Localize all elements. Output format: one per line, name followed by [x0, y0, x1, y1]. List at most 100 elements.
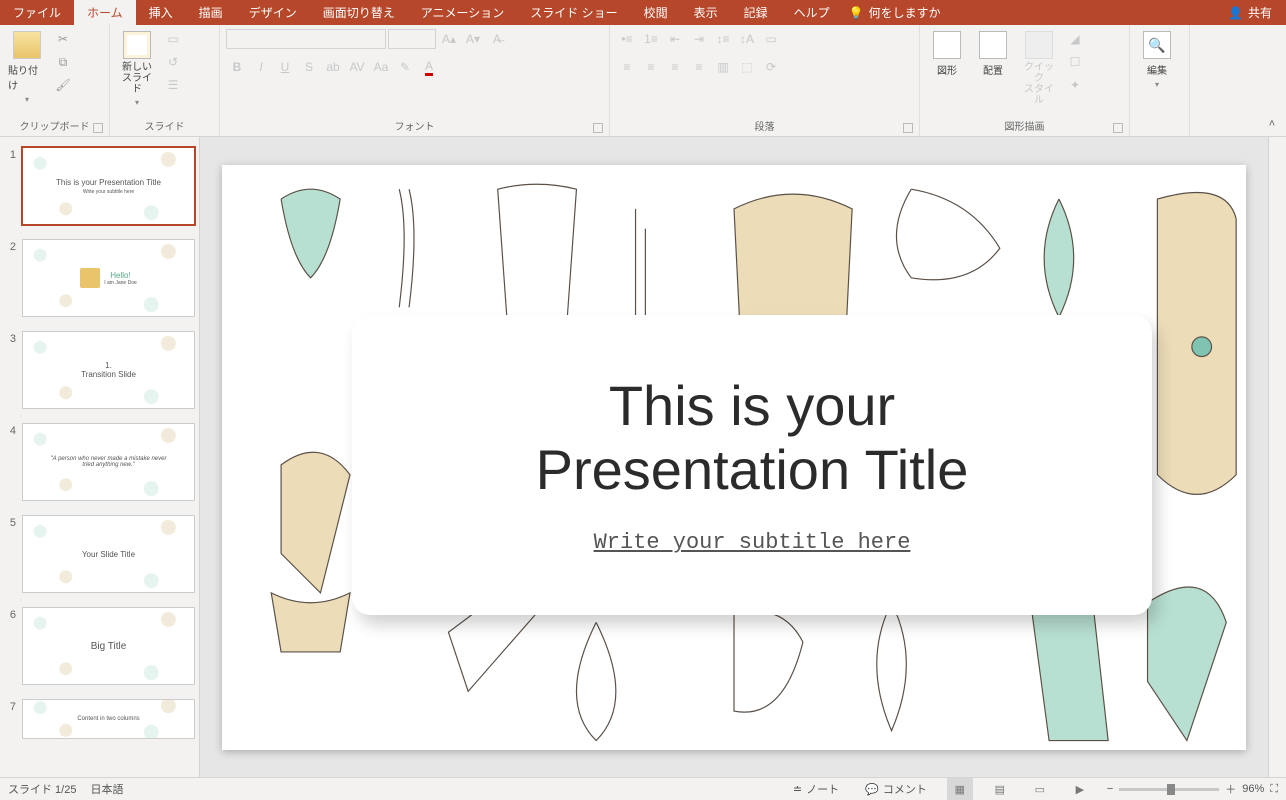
section-button[interactable]: ☰: [162, 75, 184, 95]
tab-home[interactable]: ホーム: [74, 0, 136, 25]
thumb-sub: Write your subtitle here: [56, 189, 161, 195]
bullets-button[interactable]: •≡: [616, 29, 638, 49]
shape-outline-button[interactable]: ☐: [1064, 52, 1086, 72]
new-slide-icon: [123, 31, 151, 59]
tab-file[interactable]: ファイル: [0, 0, 74, 25]
slide-thumbnail-6[interactable]: Big Title: [22, 607, 195, 685]
tab-review[interactable]: 校閲: [631, 0, 681, 25]
slide-canvas-area[interactable]: This is your Presentation Title Write yo…: [200, 137, 1268, 777]
zoom-out-button[interactable]: −: [1107, 783, 1113, 795]
tab-insert[interactable]: 挿入: [136, 0, 186, 25]
sorter-view-button[interactable]: ▤: [987, 778, 1013, 800]
fit-window-button[interactable]: ⛶: [1270, 783, 1278, 796]
slide-thumbnail-5[interactable]: Your Slide Title: [22, 515, 195, 593]
language-indicator[interactable]: 日本語: [90, 781, 123, 797]
share-button[interactable]: 👤 共有: [1214, 0, 1286, 25]
group-drawing: 図形 配置 クイック スタイル ◢ ☐ ✦ 図形描画: [920, 25, 1130, 136]
paste-button[interactable]: 貼り付け ▾: [6, 29, 48, 106]
dialog-launcher-icon[interactable]: [1113, 123, 1123, 133]
convert-button[interactable]: ⟳: [760, 57, 782, 77]
numbering-button[interactable]: 1≡: [640, 29, 662, 49]
format-painter-button[interactable]: 🖌: [52, 75, 74, 95]
zoom-in-button[interactable]: ＋: [1225, 781, 1236, 797]
slide-thumbnail-7[interactable]: Content in two columns: [22, 699, 195, 739]
justify-button[interactable]: ≡: [688, 57, 710, 77]
layout-button[interactable]: ▭: [162, 29, 184, 49]
align-text-button[interactable]: ▭: [760, 29, 782, 49]
copy-button[interactable]: ⧉: [52, 52, 74, 72]
align-center-button[interactable]: ≡: [640, 57, 662, 77]
strike-button[interactable]: S: [298, 57, 320, 77]
change-case-button[interactable]: Aa: [370, 57, 392, 77]
tab-view[interactable]: 表示: [681, 0, 731, 25]
slide[interactable]: This is your Presentation Title Write yo…: [222, 165, 1246, 750]
arrange-button[interactable]: 配置: [972, 29, 1014, 79]
font-size-select[interactable]: [388, 29, 436, 49]
increase-font-button[interactable]: A▴: [438, 29, 460, 49]
highlight-button[interactable]: ✎: [394, 57, 416, 77]
align-right-button[interactable]: ≡: [664, 57, 686, 77]
line-spacing-button[interactable]: ↕≡: [712, 29, 734, 49]
slide-title[interactable]: This is your Presentation Title: [536, 374, 969, 503]
font-family-select[interactable]: [226, 29, 386, 49]
tab-animations[interactable]: アニメーション: [408, 0, 518, 25]
zoom-level[interactable]: 96%: [1242, 783, 1264, 795]
notes-button[interactable]: ≐ノート: [787, 778, 845, 800]
tell-me[interactable]: 💡 何をしますか: [849, 0, 941, 25]
italic-button[interactable]: I: [250, 57, 272, 77]
new-slide-button[interactable]: 新しい スライド ▾: [116, 29, 158, 109]
bold-button[interactable]: B: [226, 57, 248, 77]
smartart-button[interactable]: ⬚: [736, 57, 758, 77]
workspace: 1This is your Presentation TitleWrite yo…: [0, 137, 1286, 777]
paste-label: 貼り付け: [8, 62, 46, 92]
shadow-button[interactable]: ab: [322, 57, 344, 77]
slide-thumbnail-1[interactable]: This is your Presentation TitleWrite you…: [22, 147, 195, 225]
shapes-button[interactable]: 図形: [926, 29, 968, 79]
font-color-button[interactable]: A: [418, 57, 440, 77]
align-left-button[interactable]: ≡: [616, 57, 638, 77]
reset-button[interactable]: ↺: [162, 52, 184, 72]
comments-button[interactable]: 💬コメント: [859, 778, 933, 800]
thumbnail-panel[interactable]: 1This is your Presentation TitleWrite yo…: [0, 137, 200, 777]
tab-slideshow[interactable]: スライド ショー: [517, 0, 630, 25]
zoom-knob[interactable]: [1167, 784, 1175, 795]
slide-thumbnail-2[interactable]: Hello!I am Jane Doe: [22, 239, 195, 317]
title-card[interactable]: This is your Presentation Title Write yo…: [352, 315, 1152, 615]
ribbon: 貼り付け ▾ ✂ ⧉ 🖌 クリップボード 新しい スライド ▾ ▭ ↺ ☰: [0, 25, 1286, 137]
find-button[interactable]: 🔍 編集 ▾: [1136, 29, 1178, 91]
quick-styles-icon: [1025, 31, 1053, 59]
normal-view-button[interactable]: ▦: [947, 778, 973, 800]
slide-thumbnail-3[interactable]: 1. Transition Slide: [22, 331, 195, 409]
text-direction-button[interactable]: ↕A: [736, 29, 758, 49]
indent-dec-button[interactable]: ⇤: [664, 29, 686, 49]
slide-thumbnail-4[interactable]: "A person who never made a mistake never…: [22, 423, 195, 501]
slideshow-view-button[interactable]: ▶: [1067, 778, 1093, 800]
cut-button[interactable]: ✂: [52, 29, 74, 49]
tab-record[interactable]: 記録: [731, 0, 781, 25]
indent-inc-button[interactable]: ⇥: [688, 29, 710, 49]
tab-help[interactable]: ヘルプ: [781, 0, 843, 25]
dialog-launcher-icon[interactable]: [903, 123, 913, 133]
columns-button[interactable]: ▥: [712, 57, 734, 77]
clear-format-button[interactable]: A̶: [486, 29, 508, 49]
lightbulb-icon: 💡: [849, 6, 864, 20]
shape-fill-button[interactable]: ◢: [1064, 29, 1086, 49]
thumb-number: 2: [4, 239, 16, 317]
dialog-launcher-icon[interactable]: [93, 123, 103, 133]
slide-subtitle[interactable]: Write your subtitle here: [594, 530, 911, 555]
tab-transitions[interactable]: 画面切り替え: [310, 0, 408, 25]
quick-styles-button[interactable]: クイック スタイル: [1018, 29, 1060, 108]
dialog-launcher-icon[interactable]: [593, 123, 603, 133]
vertical-scrollbar[interactable]: [1268, 137, 1286, 777]
reading-view-button[interactable]: ▭: [1027, 778, 1053, 800]
chevron-down-icon: ▾: [1155, 80, 1159, 89]
shape-effects-button[interactable]: ✦: [1064, 75, 1086, 95]
decrease-font-button[interactable]: A▾: [462, 29, 484, 49]
collapse-ribbon-button[interactable]: ˄: [1264, 116, 1280, 132]
underline-button[interactable]: U: [274, 57, 296, 77]
spacing-button[interactable]: AV: [346, 57, 368, 77]
thumb-number: 5: [4, 515, 16, 593]
tab-draw[interactable]: 描画: [186, 0, 236, 25]
zoom-slider[interactable]: [1119, 788, 1219, 791]
tab-design[interactable]: デザイン: [236, 0, 310, 25]
